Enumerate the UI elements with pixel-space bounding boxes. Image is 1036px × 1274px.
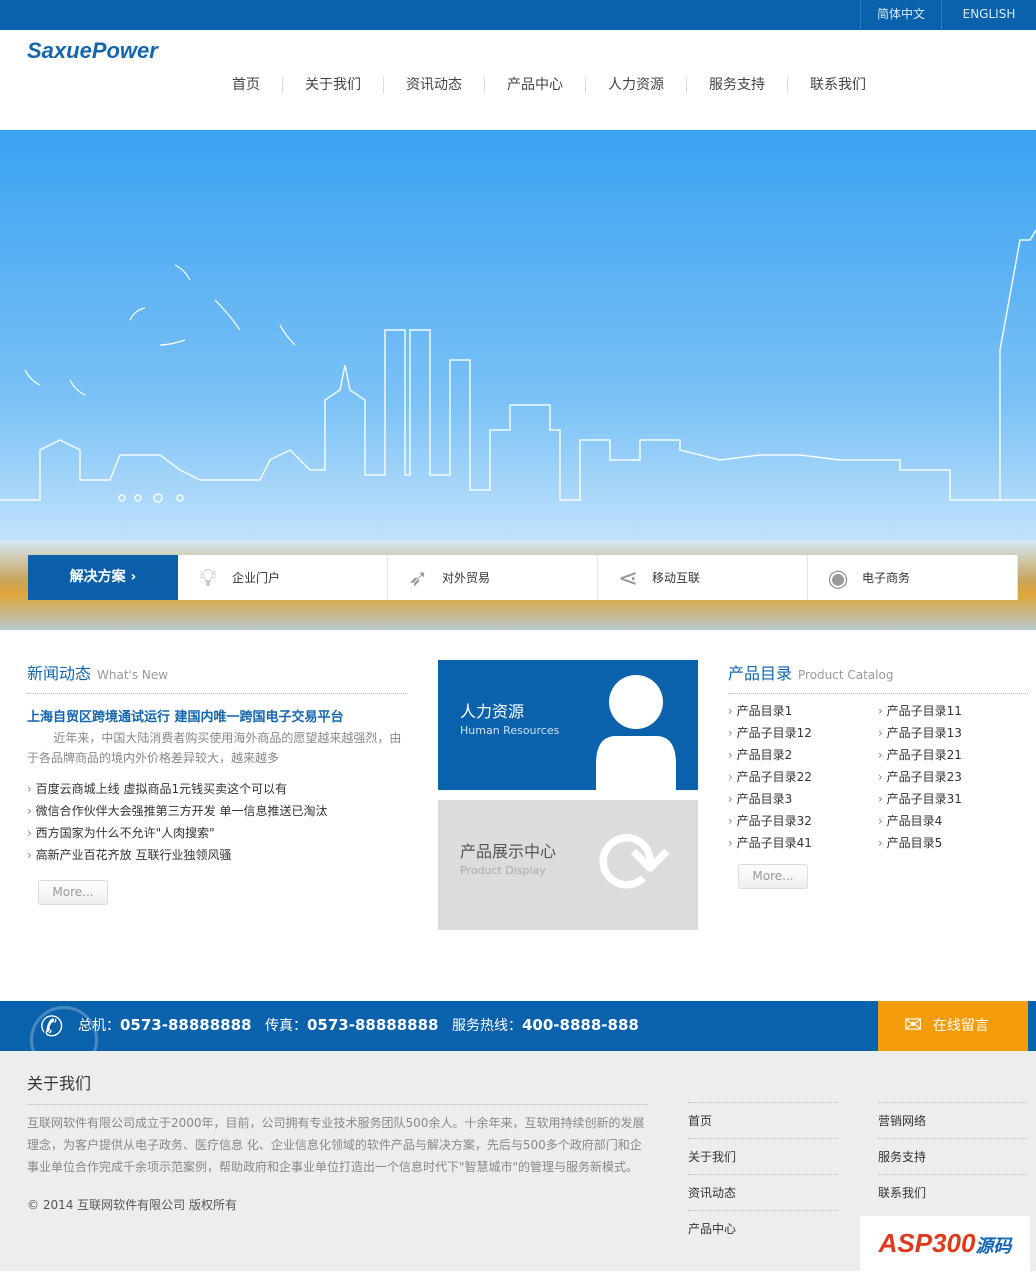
catalog-list-2: 产品子目录11 产品子目录13 产品子目录21 产品子目录23 产品子目录31 … [878,700,962,854]
online-message-label: 在线留言 [932,1018,989,1034]
news-headline[interactable]: 上海自贸区跨境通试运行 建国内唯一跨国电子交易平台 [27,706,344,725]
catalog-item[interactable]: 产品目录4 [878,810,962,832]
nav-hr[interactable]: 人力资源 [586,77,687,93]
news-summary: 近年来，中国大陆消费者购买使用海外商品的愿望越来越强烈，由于各品牌商品的境内外价… [27,731,402,765]
main-nav: 首页 关于我们 资讯动态 产品中心 人力资源 服务支持 联系我们 [210,77,888,93]
news-item[interactable]: 微信合作伙伴大会强推第三方开发 单一信息推送已淘汰 [27,800,328,822]
news-item[interactable]: 西方国家为什么不允许"人肉搜索" [27,822,327,844]
catalog-list-1: 产品目录1 产品子目录12 产品目录2 产品子目录22 产品目录3 产品子目录3… [728,700,812,854]
catalog-item[interactable]: 产品子目录32 [728,810,812,832]
catalog-heading: 产品目录 Product Catalog [728,660,1028,694]
footer-link-about[interactable]: 关于我们 [688,1138,838,1174]
catalog-item[interactable]: 产品子目录22 [728,766,812,788]
news-list: 百度云商城上线 虚拟商品1元钱买卖这个可以有 微信合作伙伴大会强推第三方开发 单… [27,778,328,866]
online-message-button[interactable]: ✉ 在线留言 [878,1001,1028,1051]
envelope-icon: ✉ [904,1013,923,1038]
fax-info: 传真：0573-88888888 [265,1015,438,1035]
tile-title: 人力资源 [460,702,525,721]
nav-home[interactable]: 首页 [210,77,283,93]
footer-link-marketing[interactable]: 营销网络 [878,1102,1028,1138]
catalog-subtitle: Product Catalog [798,668,894,682]
phone-label: 总机： [78,1018,120,1034]
catalog-more-button[interactable]: More... [738,864,808,889]
asp300-watermark-logo: ASP300源码 [860,1216,1030,1271]
footer-link-home[interactable]: 首页 [688,1102,838,1138]
solutions-button[interactable]: 解决方案 › [28,555,178,600]
news-item[interactable]: 百度云商城上线 虚拟商品1元钱买卖这个可以有 [27,778,327,800]
tile-title: 产品展示中心 [460,842,557,861]
phone-icon: ✆ [40,1010,64,1043]
catalog-title: 产品目录 [728,664,793,683]
footer-links-1: 首页 关于我们 资讯动态 产品中心 [688,1102,838,1246]
catalog-item[interactable]: 产品子目录23 [878,766,962,788]
lang-english-link[interactable]: ENGLISH [941,0,1036,30]
footer-link-news[interactable]: 资讯动态 [688,1174,838,1210]
solution-label: 企业门户 [232,571,281,585]
catalog-item[interactable]: 产品子目录13 [878,722,962,744]
solution-item-enterprise-portal[interactable]: 💡︎ 企业门户 [178,555,388,600]
nav-contact[interactable]: 联系我们 [788,77,888,93]
hotline-info: 服务热线：400-8888-888 [452,1015,639,1035]
solution-item-foreign-trade[interactable]: ➶ 对外贸易 [388,555,598,600]
catalog-item[interactable]: 产品目录5 [878,832,962,854]
nav-products[interactable]: 产品中心 [485,77,586,93]
top-bar: 简体中文 ENGLISH [0,0,1036,30]
solution-label: 对外贸易 [442,571,491,585]
nav-about[interactable]: 关于我们 [283,77,384,93]
catalog-item[interactable]: 产品子目录12 [728,722,812,744]
logo[interactable]: SaxuePower [27,38,158,64]
product-display-tile[interactable]: 产品展示中心 Product Display ⟳ [438,800,698,930]
about-title: 关于我们 [27,1070,648,1105]
footer-link-products[interactable]: 产品中心 [688,1210,838,1246]
solution-item-mobile[interactable]: ⋖ 移动互联 [598,555,808,600]
news-subtitle: What's New [97,668,169,682]
catalog-item[interactable]: 产品目录3 [728,788,812,810]
catalog-item[interactable]: 产品子目录21 [878,744,962,766]
news-heading: 新闻动态 What's New [27,660,408,694]
fax-label: 传真： [265,1018,307,1034]
hotline-label: 服务热线： [452,1018,522,1034]
news-title: 新闻动态 [27,664,92,683]
footer-link-support[interactable]: 服务支持 [878,1138,1028,1174]
catalog-item[interactable]: 产品目录1 [728,700,812,722]
catalog-item[interactable]: 产品子目录31 [878,788,962,810]
copyright: © 2014 互联网软件有限公司 版权所有 [27,1198,237,1212]
rocket-icon: ➶ [407,563,429,592]
hr-tile[interactable]: 人力资源 Human Resources [438,660,698,790]
footer-links-2: 营销网络 服务支持 联系我们 [878,1102,1028,1210]
tile-subtitle: Human Resources [460,724,560,737]
about-text: 互联网软件有限公司成立于2000年，目前，公司拥有专业技术服务团队500余人。十… [27,1116,645,1174]
catalog-item[interactable]: 产品子目录41 [728,832,812,854]
lightbulb-icon: 💡︎ [199,563,217,592]
phone-number: 0573-88888888 [120,1016,252,1034]
share-icon: ⋖ [617,563,639,592]
catalog-item[interactable]: 产品目录2 [728,744,812,766]
nav-news[interactable]: 资讯动态 [384,77,485,93]
solution-item-ecommerce[interactable]: ◉ 电子商务 [808,555,1018,600]
solution-label: 电子商务 [862,571,911,585]
person-icon [596,675,676,790]
globe-icon: ◉ [827,563,849,592]
hotline-number: 400-8888-888 [522,1016,639,1034]
nav-support[interactable]: 服务支持 [687,77,788,93]
fax-number: 0573-88888888 [307,1016,439,1034]
lang-chinese-link[interactable]: 简体中文 [860,0,941,30]
solutions-button-label: 解决方案 [69,569,126,585]
footer-link-contact[interactable]: 联系我们 [878,1174,1028,1210]
refresh-icon: ⟳ [596,811,672,916]
tile-subtitle: Product Display [460,864,546,877]
catalog-item[interactable]: 产品子目录11 [878,700,962,722]
news-item[interactable]: 高新产业百花齐放 互联行业独领风骚 [27,844,327,866]
phone-info: 总机：0573-88888888 [78,1015,251,1035]
news-more-button[interactable]: More... [38,880,108,905]
solution-label: 移动互联 [652,571,701,585]
